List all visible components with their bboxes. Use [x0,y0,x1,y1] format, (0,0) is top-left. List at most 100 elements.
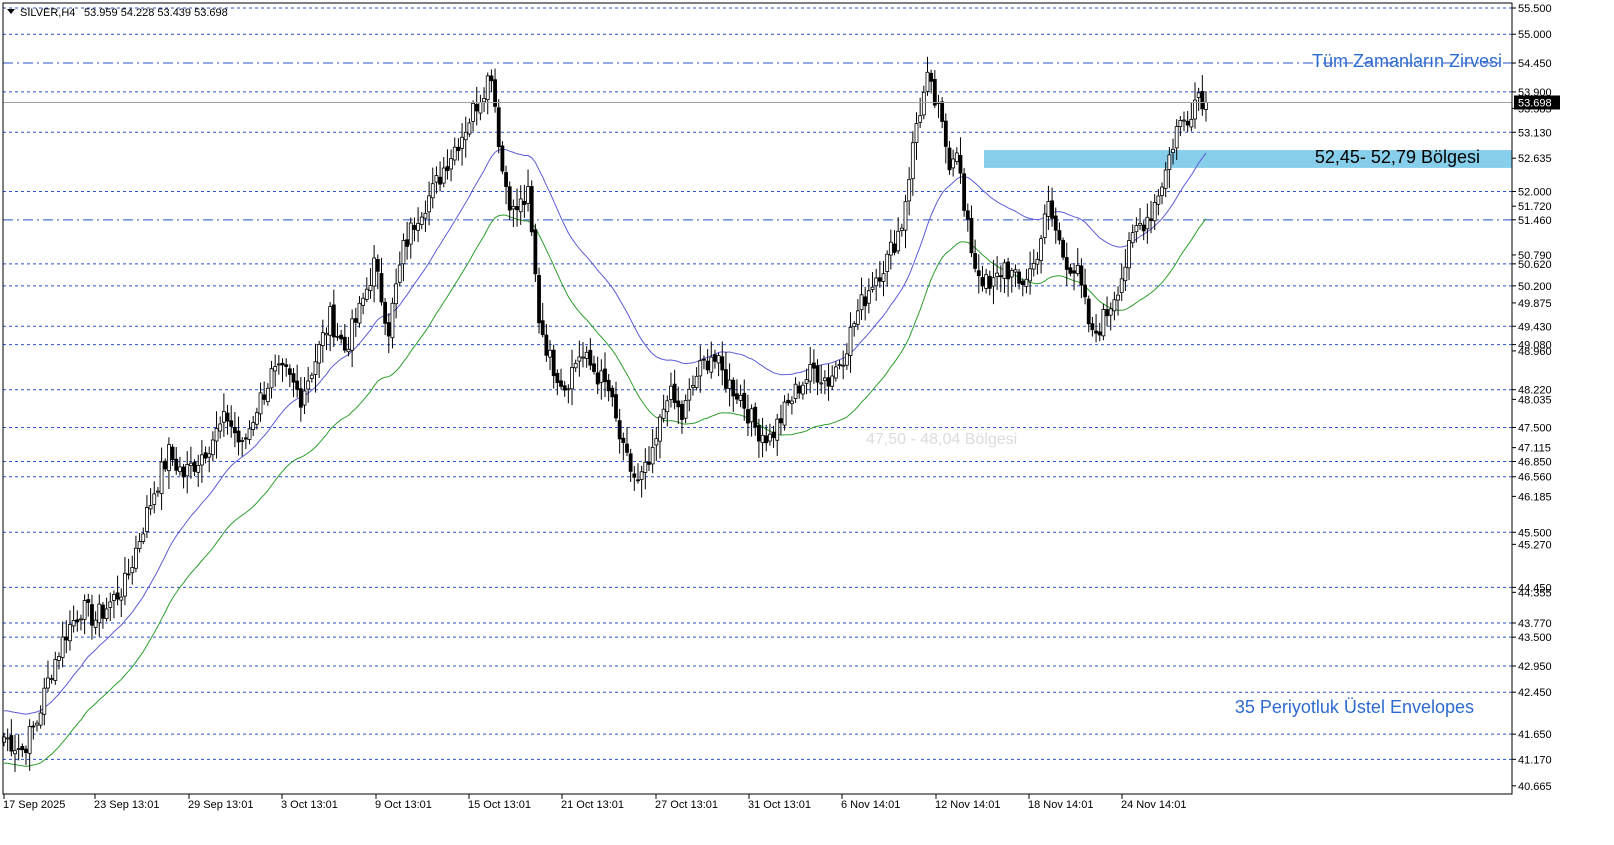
candle-body [1064,257,1069,270]
candle-body [287,368,292,375]
y-tick-label: 44.355 [1518,587,1552,599]
y-tick-label: 49.430 [1518,321,1552,333]
candle-body [174,458,179,471]
candle-body [119,596,124,601]
candle-body [232,426,237,434]
candle-body [471,102,475,122]
candle-body [64,636,69,641]
candle-body [430,183,435,199]
candle-body [313,361,318,375]
candle-body [581,356,585,359]
candle-body [1138,222,1142,226]
candle-body [606,379,611,392]
candle-body [397,264,402,283]
y-tick-label: 43.500 [1518,632,1552,644]
candle-body [866,290,871,304]
candle-body [75,619,80,623]
candle-body [148,505,153,510]
candle-body [405,239,410,247]
candle-body [504,172,508,187]
candle-body [852,323,857,327]
candle-body [896,230,901,252]
candle-body [449,158,453,170]
candle-body [881,273,886,282]
candle-body [243,437,248,440]
candle-body [112,594,116,601]
candle-body [1072,270,1076,274]
candle-body [1189,119,1194,128]
candle-body [551,349,556,377]
y-tick-label: 51.460 [1518,215,1552,227]
candle [962,167,967,217]
candle-body [1013,269,1018,273]
candle-body [544,334,549,356]
candle-body [1160,186,1164,196]
candle-body [298,388,303,408]
candle-body [167,444,171,472]
y-tick-label: 42.450 [1518,687,1552,699]
candle-body [188,462,193,467]
x-tick-label: 31 Oct 13:01 [748,799,811,811]
candle-body [680,404,684,420]
candle-body [804,379,809,384]
candle-body [423,212,428,219]
candle-body [489,75,494,82]
candle-body [5,737,10,740]
candle-body [295,380,300,390]
candle-body [460,136,464,149]
y-tick-label: 47.115 [1518,443,1551,455]
candle-body [888,241,893,256]
candle-body [782,401,787,426]
candle-body [855,310,860,325]
candle-body [49,678,54,681]
candle-body [427,195,431,213]
candle-body [203,452,208,459]
candle-body [709,356,714,373]
candle-body [46,677,50,689]
candle-body [394,283,399,305]
candle-body [1134,225,1139,233]
candle-body [1145,216,1150,230]
candle-body [1116,294,1120,301]
candle-body [969,218,974,254]
candle-body [79,618,83,621]
candle-body [9,735,14,752]
candle-body [1035,258,1040,265]
candle-body [159,461,164,495]
candle-body [1171,148,1175,154]
last-price-label: 53.698 [1518,97,1552,109]
y-tick-label: 41.650 [1518,729,1552,741]
candle-body [1204,102,1208,110]
candle-body [383,301,388,324]
candle-body [588,349,593,366]
candle-body [793,383,798,399]
candle-body [899,227,904,231]
candle-body [181,466,186,478]
candle-body [1024,278,1029,287]
candle-body [562,385,567,391]
zone-layer: 52,45- 52,79 Bölgesi [984,147,1512,168]
candle-body [170,446,175,460]
candle-body [408,222,413,245]
y-tick-label: 52.000 [1518,187,1552,199]
candle-body [339,334,344,340]
candle-body [811,362,816,369]
candle-body [1090,323,1095,331]
candle-body [265,387,270,403]
candle-body [925,71,930,92]
candle-body [31,725,36,728]
candle-body [628,453,633,472]
candle-body [346,348,351,353]
ath-label: Tüm Zamanların Zirvesi [1312,51,1502,71]
candle-body [137,541,142,549]
candle-body [691,385,695,388]
candle-body [1196,92,1201,98]
y-tick-label: 51.720 [1518,201,1552,213]
candle-body [753,406,758,428]
candle-body [614,394,618,419]
candle-body [247,428,252,440]
candle-body [452,146,457,161]
candle-body [412,225,417,230]
candle-body [357,302,362,324]
candle-body [555,372,560,383]
